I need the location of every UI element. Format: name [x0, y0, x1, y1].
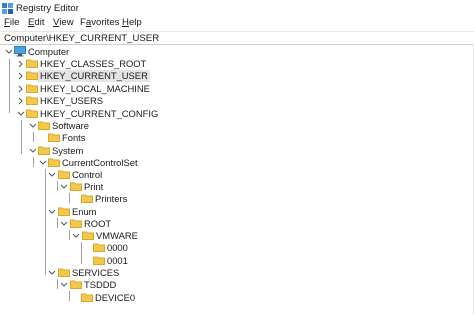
chevron-right-icon[interactable] [17, 71, 25, 81]
folder-icon [70, 182, 82, 191]
menu-bar: File Edit View Favorites Help [0, 16, 474, 30]
registry-editor-icon [2, 3, 13, 14]
folder-icon [26, 84, 38, 93]
folder-icon [82, 231, 94, 240]
folder-icon [48, 158, 60, 167]
folder-icon [38, 121, 50, 130]
registry-tree[interactable]: Computer HKEY_CLASSES_ROOT HKEY_CURRENT_… [0, 44, 474, 316]
chevron-down-icon[interactable] [48, 268, 56, 278]
tree-node-services[interactable]: SERVICES [0, 267, 220, 279]
tree-label: 0000 [107, 242, 128, 253]
folder-icon [81, 293, 93, 302]
chevron-down-icon[interactable] [60, 280, 68, 290]
tree-label: HKEY_CLASSES_ROOT [40, 58, 147, 69]
folder-icon [93, 243, 105, 252]
tree-node-control[interactable]: Control [0, 169, 220, 181]
chevron-down-icon[interactable] [48, 207, 56, 217]
folder-icon [70, 280, 82, 289]
title-bar: Registry Editor [0, 0, 474, 16]
tree-node-hku[interactable]: HKEY_USERS [0, 95, 200, 107]
tree-node-hkcr[interactable]: HKEY_CLASSES_ROOT [0, 58, 200, 70]
folder-icon [26, 96, 38, 105]
tree-node-device0[interactable]: DEVICE0 [0, 292, 220, 304]
tree-label: HKEY_USERS [40, 95, 104, 106]
menu-help[interactable]: Help [122, 17, 142, 28]
window-title: Registry Editor [16, 3, 79, 14]
menu-file-label: ile [9, 17, 20, 28]
tree-label: Printers [95, 193, 128, 204]
menu-edit[interactable]: Edit [28, 17, 45, 28]
tree-node-vmware[interactable]: VMWARE [0, 230, 220, 242]
chevron-down-icon[interactable] [17, 109, 25, 119]
tree-label-selected: HKEY_CURRENT_USER [38, 70, 150, 82]
tree-node-tsddd[interactable]: TSDDD [0, 279, 220, 291]
tree-node-computer[interactable]: Computer [0, 46, 200, 58]
tree-node-print[interactable]: Print [0, 181, 220, 193]
tree-node-hklm[interactable]: HKEY_LOCAL_MACHINE [0, 83, 200, 95]
tree-label: System [52, 145, 84, 156]
menu-favorites[interactable]: Favorites [80, 17, 119, 28]
chevron-right-icon[interactable] [17, 59, 25, 69]
folder-icon [38, 146, 50, 155]
tree-label: HKEY_LOCAL_MACHINE [40, 83, 150, 94]
chevron-down-icon[interactable] [5, 47, 13, 57]
folder-icon [26, 109, 38, 118]
chevron-right-icon[interactable] [17, 84, 25, 94]
menu-view[interactable]: View [53, 17, 74, 28]
folder-icon [58, 207, 70, 216]
tree-node-fonts[interactable]: Fonts [0, 132, 200, 144]
address-bar[interactable]: Computer\HKEY_CURRENT_USER [0, 31, 474, 45]
address-field[interactable]: Computer\HKEY_CURRENT_USER [4, 33, 159, 44]
tree-label: Computer [28, 46, 70, 57]
tree-label: Software [52, 120, 89, 131]
tree-label: HKEY_CURRENT_CONFIG [40, 108, 159, 119]
tree-label: VMWARE [96, 230, 138, 241]
menu-help-label: elp [128, 17, 142, 28]
tree-node-hkcu[interactable]: HKEY_CURRENT_USER [0, 70, 200, 82]
tree-node-0000[interactable]: 0000 [0, 242, 220, 254]
chevron-down-icon[interactable] [60, 182, 68, 192]
tree-label: ROOT [84, 218, 112, 229]
tree-node-software[interactable]: Software [0, 120, 200, 132]
tree-node-system[interactable]: System [0, 145, 200, 157]
tree-label: 0001 [107, 255, 128, 266]
tree-label: SERVICES [72, 267, 120, 278]
tree-node-currentcontrolset[interactable]: CurrentControlSet [0, 157, 220, 169]
folder-icon [81, 194, 93, 203]
tree-node-0001[interactable]: 0001 [0, 255, 220, 267]
chevron-down-icon[interactable] [60, 219, 68, 229]
chevron-down-icon[interactable] [39, 158, 47, 168]
tree-label: DEVICE0 [95, 292, 136, 303]
tree-node-root[interactable]: ROOT [0, 218, 220, 230]
chevron-down-icon[interactable] [29, 121, 37, 131]
tree-node-printers[interactable]: Printers [0, 193, 220, 205]
folder-icon [26, 71, 38, 80]
tree-label: TSDDD [84, 279, 117, 290]
menu-view-label: iew [59, 17, 74, 28]
tree-label: Control [72, 169, 103, 180]
folder-icon [58, 170, 70, 179]
chevron-right-icon[interactable] [17, 96, 25, 106]
menu-file[interactable]: File [4, 17, 19, 28]
tree-label: Enum [72, 206, 97, 217]
menu-edit-label: dit [34, 17, 45, 28]
tree-node-enum[interactable]: Enum [0, 206, 220, 218]
menu-help-accel: H [122, 17, 129, 28]
tree-label: Print [84, 181, 104, 192]
tree-node-hkcc[interactable]: HKEY_CURRENT_CONFIG [0, 108, 200, 120]
folder-icon [58, 268, 70, 277]
tree-label: CurrentControlSet [62, 157, 138, 168]
computer-icon [14, 46, 26, 57]
folder-icon [70, 219, 82, 228]
chevron-down-icon[interactable] [48, 170, 56, 180]
chevron-down-icon[interactable] [29, 146, 37, 156]
tree-label: Fonts [62, 132, 86, 143]
folder-icon [93, 256, 105, 265]
folder-icon [26, 59, 38, 68]
folder-icon [48, 133, 60, 142]
chevron-down-icon[interactable] [72, 231, 80, 241]
